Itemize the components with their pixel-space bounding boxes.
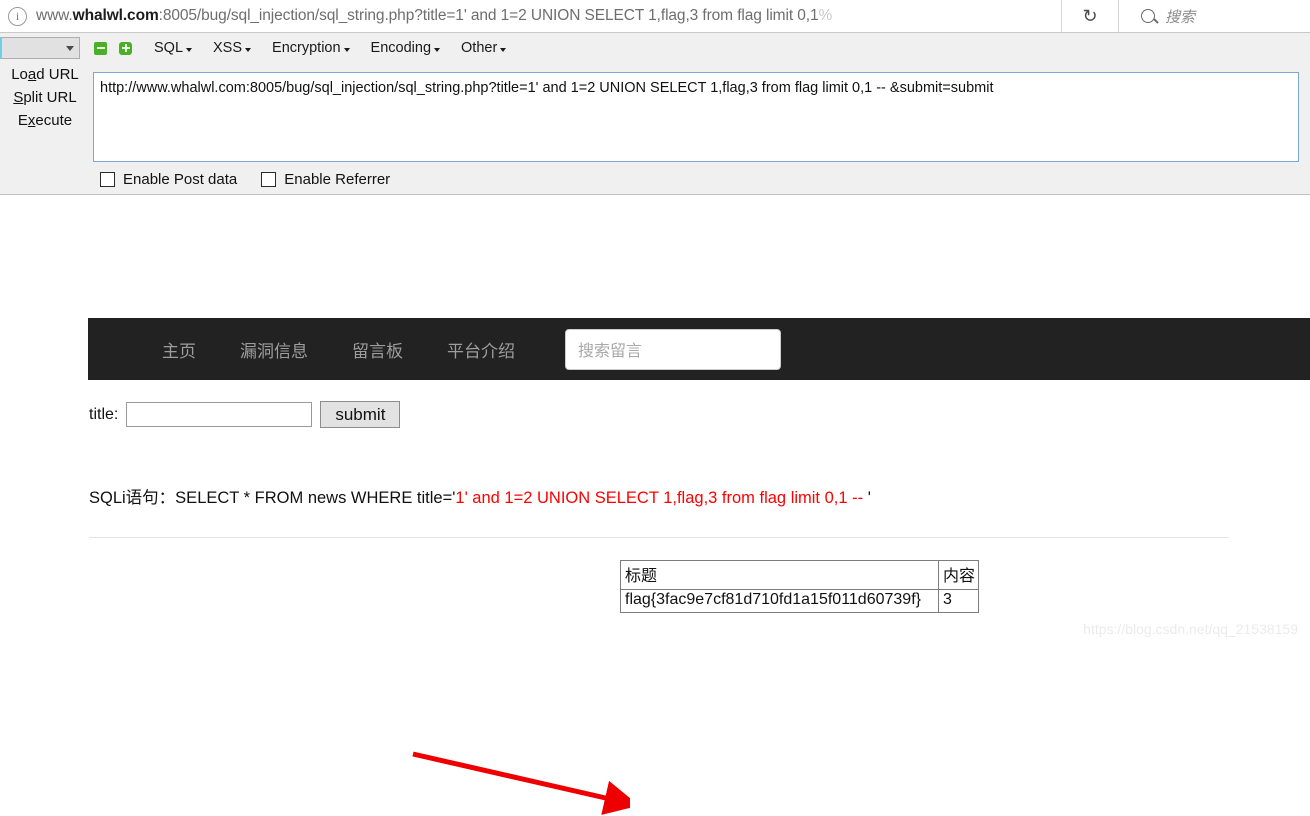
- add-icon[interactable]: [119, 41, 132, 55]
- menu-item-xss[interactable]: XSS: [213, 40, 252, 56]
- content-divider: [89, 537, 1229, 538]
- enable-referrer-label: Enable Referrer: [284, 171, 391, 188]
- title-field-label: title:: [89, 405, 119, 423]
- hackbar-menu: SQL XSS Encryption Encoding Other: [154, 40, 507, 56]
- site-navbar: 主页 漏洞信息 留言板 平台介绍 搜索留言: [88, 318, 1310, 380]
- nav-search-input[interactable]: 搜索留言: [565, 328, 781, 370]
- checkbox-box[interactable]: [100, 172, 115, 187]
- address-bar[interactable]: i www.whalwl.com:8005/bug/sql_injection/…: [0, 0, 1062, 32]
- hackbar-options: Enable Post data Enable Referrer: [100, 171, 390, 188]
- enable-post-data-checkbox[interactable]: Enable Post data: [100, 171, 237, 188]
- menu-item-sql-label: SQL: [154, 40, 184, 56]
- nav-item-home[interactable]: 主页: [140, 337, 218, 362]
- sqli-suffix: ': [867, 489, 871, 507]
- sqli-injection: 1' and 1=2 UNION SELECT 1,flag,3 from fl…: [455, 489, 868, 507]
- menu-item-other[interactable]: Other: [461, 40, 507, 56]
- table-header-content: 内容: [937, 560, 980, 590]
- watermark-text: https://blog.csdn.net/qq_21538159: [1083, 621, 1298, 637]
- reload-button[interactable]: ↻: [1062, 0, 1119, 32]
- sqli-prefix: SQLi语句：SELECT * FROM news WHERE title=': [89, 489, 456, 507]
- split-url-post: plit URL: [23, 89, 77, 106]
- chevron-down-icon: [434, 47, 441, 52]
- query-result-table: 标题 内容 flag{3fac9e7cf81d710fd1a15f011d607…: [620, 560, 980, 613]
- load-url-post: d URL: [36, 66, 79, 83]
- url-rest: :8005/bug/sql_injection/sql_string.php?t…: [158, 7, 819, 24]
- load-url-key: a: [27, 66, 37, 83]
- remove-icon[interactable]: [94, 41, 107, 55]
- enable-referrer-checkbox[interactable]: Enable Referrer: [261, 171, 390, 188]
- checkbox-box[interactable]: [261, 172, 277, 187]
- browser-toolbar: i www.whalwl.com:8005/bug/sql_injection/…: [0, 0, 1310, 33]
- table-cell-content: 3: [937, 589, 980, 613]
- address-bar-url: www.whalwl.com:8005/bug/sql_injection/sq…: [36, 7, 832, 25]
- execute-post: ecute: [35, 112, 73, 129]
- chevron-down-icon: [500, 47, 507, 52]
- submit-button[interactable]: submit: [320, 401, 401, 428]
- hackbar-menubar: SQL XSS Encryption Encoding Other: [0, 33, 1310, 63]
- table-header-row: 标题 内容: [620, 560, 980, 590]
- site-info-icon[interactable]: i: [8, 6, 27, 26]
- table-cell-flag: flag{3fac9e7cf81d710fd1a15f011d60739f}: [620, 589, 939, 613]
- url-prefix: www.: [36, 7, 73, 24]
- table-row: flag{3fac9e7cf81d710fd1a15f011d60739f} 3: [620, 589, 980, 613]
- search-icon: [1141, 9, 1155, 23]
- sqli-statement: SQLi语句：SELECT * FROM news WHERE title='1…: [89, 484, 871, 508]
- browser-search-placeholder: 搜索: [1165, 8, 1196, 26]
- execute-button[interactable]: Execute: [18, 112, 72, 129]
- enable-post-data-label: Enable Post data: [123, 171, 238, 188]
- page-viewport: 主页 漏洞信息 留言板 平台介绍 搜索留言 title: submit SQLi…: [0, 196, 1310, 815]
- annotation-arrow: [412, 751, 630, 815]
- hackbar-actions: Load URL Split URL Execute: [0, 66, 90, 129]
- nav-item-platform-intro[interactable]: 平台介绍: [425, 337, 537, 362]
- table-header-title: 标题: [620, 560, 939, 590]
- hackbar-url-textarea[interactable]: http://www.whalwl.com:8005/bug/sql_injec…: [93, 72, 1299, 162]
- menu-item-encoding[interactable]: Encoding: [370, 40, 441, 56]
- chevron-down-icon: [186, 47, 193, 52]
- menu-item-encryption[interactable]: Encryption: [272, 40, 350, 56]
- split-url-button[interactable]: Split URL: [13, 89, 76, 106]
- split-url-key: S: [13, 89, 24, 106]
- menu-item-other-label: Other: [461, 40, 498, 56]
- title-search-form: title: submit: [89, 401, 401, 428]
- load-url-pre: Lo: [11, 66, 28, 83]
- execute-pre: E: [17, 112, 28, 129]
- load-url-button[interactable]: Load URL: [11, 66, 79, 83]
- url-tail: %: [818, 7, 833, 24]
- menu-item-xss-label: XSS: [213, 40, 243, 56]
- chevron-down-icon: [343, 47, 350, 52]
- hackbar-profile-select[interactable]: [0, 37, 80, 59]
- title-input[interactable]: [126, 402, 313, 427]
- reload-icon: ↻: [1082, 5, 1098, 26]
- hackbar-panel: SQL XSS Encryption Encoding Other Load U…: [0, 33, 1310, 195]
- nav-item-vuln-info[interactable]: 漏洞信息: [218, 337, 330, 362]
- nav-search-placeholder: 搜索留言: [578, 343, 643, 360]
- chevron-down-icon: [66, 45, 74, 51]
- nav-item-message-board[interactable]: 留言板: [330, 337, 425, 362]
- menu-item-encoding-label: Encoding: [370, 40, 432, 56]
- url-domain: whalwl.com: [72, 7, 159, 24]
- menu-item-encryption-label: Encryption: [272, 40, 341, 56]
- chevron-down-icon: [245, 47, 252, 52]
- browser-search-box[interactable]: 搜索: [1119, 0, 1310, 32]
- menu-item-sql[interactable]: SQL: [154, 40, 193, 56]
